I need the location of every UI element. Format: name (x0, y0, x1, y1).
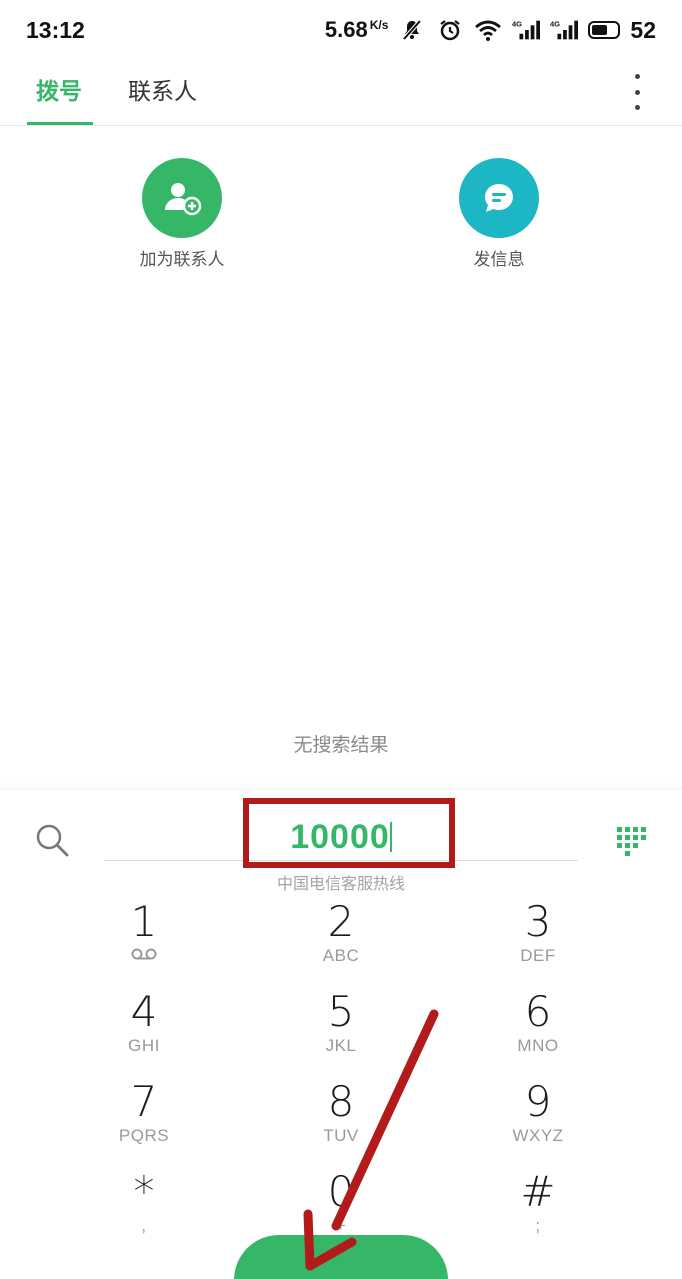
message-icon[interactable] (459, 158, 539, 238)
tab-contacts[interactable]: 联系人 (128, 72, 197, 106)
add-contact-action[interactable]: 加为联系人 (102, 158, 262, 270)
dialpad: 10000 中国电信客服热线 1 2 ABC 3 DEF 4 GHI 5 JKL… (0, 790, 682, 1279)
key-9[interactable]: 9 WXYZ (468, 1078, 608, 1158)
call-button[interactable] (234, 1235, 448, 1279)
add-contact-label: 加为联系人 (139, 250, 225, 270)
no-results-text: 无搜索结果 (293, 734, 389, 756)
highlight-box (243, 798, 455, 868)
key-5[interactable]: 5 JKL (271, 988, 411, 1068)
key-4[interactable]: 4 GHI (74, 988, 214, 1068)
status-icons: 5.68 K/s 4G 4G 52 (325, 16, 656, 44)
send-message-label: 发信息 (473, 250, 525, 270)
send-message-action[interactable]: 发信息 (419, 158, 579, 270)
more-vertical-icon[interactable] (622, 74, 652, 110)
status-time: 13:12 (26, 16, 85, 43)
key-star[interactable]: * , (74, 1168, 214, 1248)
svg-text:4G: 4G (550, 19, 560, 28)
key-1[interactable]: 1 (74, 898, 214, 978)
key-6[interactable]: 6 MNO (468, 988, 608, 1068)
svg-text:4G: 4G (512, 19, 522, 28)
person-add-icon[interactable] (142, 158, 222, 238)
key-2[interactable]: 2 ABC (271, 898, 411, 978)
wifi-icon (474, 16, 502, 44)
number-description: 中国电信客服热线 (276, 874, 405, 893)
tab-dial[interactable]: 拨号 (36, 72, 82, 106)
tab-indicator (27, 122, 93, 125)
keypad-icon[interactable] (614, 824, 646, 856)
key-3[interactable]: 3 DEF (468, 898, 608, 978)
voicemail-icon (74, 946, 214, 966)
key-hash[interactable]: # ; (468, 1168, 608, 1248)
tab-bar: 拨号 联系人 (0, 60, 682, 126)
battery-level: 52 (630, 16, 656, 43)
alarm-icon (436, 16, 464, 44)
network-speed: 5.68 K/s (324, 17, 389, 42)
dialer-screen: 13:12 5.68 K/s 4G 4G 52 拨号 联系人 加为联系人 发信息… (0, 0, 682, 1279)
signal-4g-icon: 4G (512, 16, 541, 44)
key-8[interactable]: 8 TUV (271, 1078, 411, 1158)
status-bar: 13:12 5.68 K/s 4G 4G 52 (0, 0, 682, 60)
battery-icon (588, 21, 621, 39)
signal-4g-icon: 4G (550, 16, 579, 44)
mute-icon (398, 16, 426, 44)
key-7[interactable]: 7 PQRS (74, 1078, 214, 1158)
